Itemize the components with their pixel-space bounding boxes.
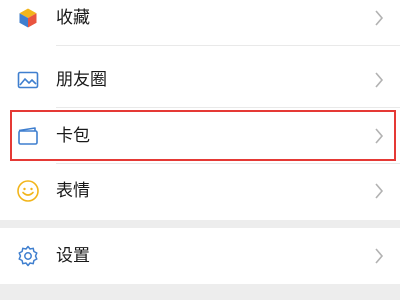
smiley-icon [16, 179, 40, 203]
menu-item-label: 设置 [56, 246, 90, 266]
divider [56, 45, 400, 46]
menu-item-label: 收藏 [56, 8, 90, 28]
chevron-right-icon [374, 247, 384, 265]
gear-icon [16, 244, 40, 268]
menu-group-settings: 设置 [0, 228, 400, 284]
menu-item-label: 卡包 [56, 126, 90, 146]
menu-item-favorites[interactable]: 收藏 [0, 0, 400, 46]
chevron-right-icon [374, 71, 384, 89]
menu-group-main: 收藏 朋友圈 卡包 表情 [0, 0, 400, 220]
image-icon [16, 68, 40, 92]
menu-item-label: 朋友圈 [56, 70, 107, 90]
menu-item-stickers[interactable]: 表情 [0, 163, 400, 219]
chevron-right-icon [374, 182, 384, 200]
menu-item-cards[interactable]: 卡包 [0, 108, 400, 164]
chevron-right-icon [374, 127, 384, 145]
menu-item-label: 表情 [56, 181, 90, 201]
menu-item-moments[interactable]: 朋友圈 [0, 52, 400, 108]
cube-icon [16, 6, 40, 30]
menu-item-settings[interactable]: 设置 [0, 228, 400, 284]
card-wallet-icon [16, 124, 40, 148]
bottom-spacer [0, 284, 400, 300]
chevron-right-icon [374, 9, 384, 27]
